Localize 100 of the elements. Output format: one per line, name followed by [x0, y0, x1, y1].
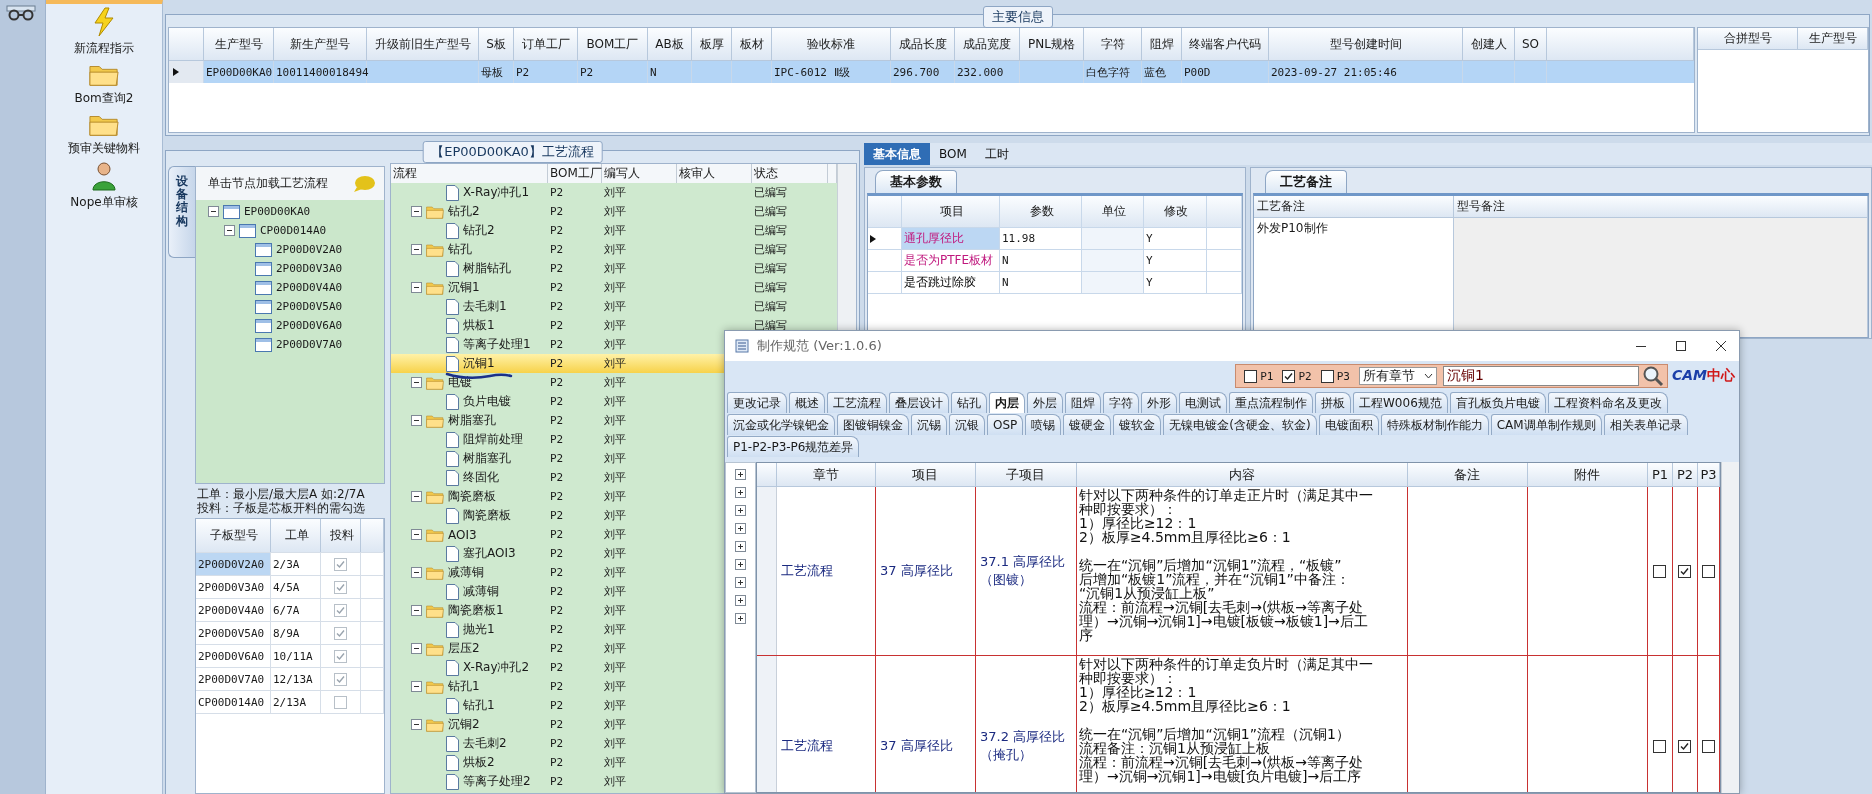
nav-item[interactable]: 新流程指示: [70, 6, 138, 58]
tab[interactable]: 沉锡: [911, 414, 947, 435]
nav-item[interactable]: Bom查询2: [70, 60, 138, 108]
tab[interactable]: 工艺流程: [827, 392, 887, 413]
nav-item[interactable]: 预审关键物料: [64, 110, 144, 158]
collapse-icon[interactable]: [411, 491, 422, 502]
collapse-icon[interactable]: [411, 681, 422, 692]
collapse-icon[interactable]: [411, 643, 422, 654]
tab[interactable]: CAM调单制作规则: [1490, 414, 1602, 435]
tab[interactable]: 喷锡: [1025, 414, 1062, 435]
side-tab[interactable]: 设备结构: [168, 166, 195, 258]
tab[interactable]: 更改记录: [727, 392, 787, 413]
expand-icon[interactable]: [735, 577, 746, 588]
tab[interactable]: 内层: [989, 392, 1025, 413]
table-cell[interactable]: CP00D014A0: [196, 691, 271, 713]
checkbox[interactable]: [1702, 739, 1715, 753]
collapse-icon[interactable]: [411, 282, 422, 293]
tab[interactable]: 镀软金: [1113, 414, 1162, 435]
tree-node[interactable]: 2P00D0V3A0: [276, 262, 343, 275]
link-icon[interactable]: [6, 3, 36, 21]
search-field[interactable]: 沉铜1: [1442, 366, 1639, 386]
table-cell[interactable]: 2P00D0V3A0: [196, 576, 271, 598]
table-cell[interactable]: 2P00D0V6A0: [196, 645, 271, 667]
checkbox[interactable]: [334, 626, 347, 640]
tab[interactable]: OSP: [987, 414, 1024, 435]
checkbox[interactable]: [334, 557, 347, 571]
tree-row[interactable]: 电镀 P2 刘平: [391, 373, 837, 392]
tree-row[interactable]: 去毛刺1 P2 刘平 已编写: [391, 297, 837, 316]
checkbox[interactable]: [334, 580, 347, 594]
tab[interactable]: 特殊板材制作能力: [1380, 414, 1489, 435]
tab[interactable]: P1-P2-P3-P6规范差异: [727, 436, 860, 457]
collapse-icon[interactable]: [411, 567, 422, 578]
checkbox[interactable]: [334, 603, 347, 617]
tab[interactable]: 工程W006规范: [1353, 392, 1448, 413]
tab[interactable]: 字符: [1103, 392, 1139, 413]
chapter-dropdown[interactable]: 所有章节: [1358, 367, 1437, 385]
tab[interactable]: 拼板: [1315, 392, 1351, 413]
expand-icon[interactable]: [735, 469, 746, 480]
tab[interactable]: 图镀铜镍金: [837, 414, 909, 435]
tab[interactable]: 沉金或化学镍钯金: [727, 414, 835, 435]
tab[interactable]: 相关表单记录: [1603, 414, 1688, 435]
tab[interactable]: 电镀面积: [1318, 414, 1379, 435]
tab[interactable]: 工时: [975, 143, 1018, 165]
expand-icon[interactable]: [735, 505, 746, 516]
checkbox[interactable]: [334, 695, 347, 709]
checkbox[interactable]: [1653, 564, 1667, 578]
expand-icon[interactable]: [735, 487, 746, 498]
tab[interactable]: 外层: [1027, 392, 1063, 413]
tab[interactable]: 叠层设计: [889, 392, 949, 413]
tree-row[interactable]: 沉铜1 P2 刘平 已编写: [391, 278, 837, 297]
tree-node[interactable]: 2P00D0V2A0: [276, 243, 343, 256]
tab[interactable]: 基本信息: [864, 143, 930, 165]
table-cell[interactable]: 2P00D0V5A0: [196, 622, 271, 644]
tab[interactable]: 钻孔: [951, 392, 987, 413]
tab[interactable]: 盲孔板负片电镀: [1449, 392, 1546, 413]
tree-row[interactable]: 钻孔 P2 刘平 已编写: [391, 240, 837, 259]
tab[interactable]: 重点流程制作: [1229, 392, 1313, 413]
checkbox[interactable]: [1244, 369, 1258, 383]
collapse-icon[interactable]: [411, 719, 422, 730]
tree-row[interactable]: 树脂钻孔 P2 刘平 已编写: [391, 259, 837, 278]
checkbox[interactable]: [334, 672, 347, 686]
tab[interactable]: 外形: [1141, 392, 1177, 413]
tab[interactable]: 镀硬金: [1063, 414, 1112, 435]
expand-icon[interactable]: [735, 541, 746, 552]
expand-icon[interactable]: [735, 595, 746, 606]
tab[interactable]: BOM: [930, 143, 976, 165]
tree-row[interactable]: X-Ray冲孔1 P2 刘平 已编写: [391, 183, 837, 202]
tree-node[interactable]: 2P00D0V7A0: [276, 338, 343, 351]
collapse-icon[interactable]: [411, 605, 422, 616]
checkbox[interactable]: [1320, 369, 1334, 383]
collapse-icon[interactable]: [411, 206, 422, 217]
table-cell[interactable]: 2P00D0V2A0: [196, 553, 271, 575]
tab[interactable]: 无镍电镀金(含硬金、软金): [1163, 414, 1317, 435]
tree-node[interactable]: 2P00D0V6A0: [276, 319, 343, 332]
tree-row[interactable]: 烘板1 P2 刘平 已编写: [391, 316, 837, 335]
expand-icon[interactable]: [735, 559, 746, 570]
collapse-icon[interactable]: [411, 244, 422, 255]
tree-row[interactable]: 钻孔2 P2 刘平 已编写: [391, 221, 837, 240]
tree-node[interactable]: 2P00D0V4A0: [276, 281, 343, 294]
checkbox[interactable]: [1653, 739, 1667, 753]
panel-tab[interactable]: 基本参数: [875, 170, 957, 193]
search-icon[interactable]: [1641, 365, 1664, 387]
collapse-icon[interactable]: [411, 415, 422, 426]
note-field[interactable]: [1454, 218, 1868, 337]
maximize-icon[interactable]: [1675, 340, 1687, 352]
checkbox[interactable]: [1678, 739, 1692, 753]
table-row[interactable]: EP00D00KA0 10011400018494 母板 P2 P2 N IPC-6012 Ⅱ级 296.700 232.000 白色字符 蓝色 P00D 2023-09-27 21:05:46: [169, 61, 1694, 83]
tree-node[interactable]: CP00D014A0: [260, 224, 327, 237]
checkbox[interactable]: [1282, 369, 1296, 383]
checkbox[interactable]: [1702, 564, 1715, 578]
collapse-icon[interactable]: [208, 206, 219, 217]
tab[interactable]: 工程资料命名及更改: [1547, 392, 1668, 413]
table-cell[interactable]: 2P00D0V7A0: [196, 668, 271, 690]
checkbox[interactable]: [334, 649, 347, 663]
expand-icon[interactable]: [735, 523, 746, 534]
tab[interactable]: 概述: [789, 392, 825, 413]
tab[interactable]: 电测试: [1179, 392, 1227, 413]
nav-item[interactable]: Nope单审核: [66, 160, 142, 212]
tab[interactable]: 阻焊: [1065, 392, 1101, 413]
tree-node[interactable]: 2P00D0V5A0: [276, 300, 343, 313]
